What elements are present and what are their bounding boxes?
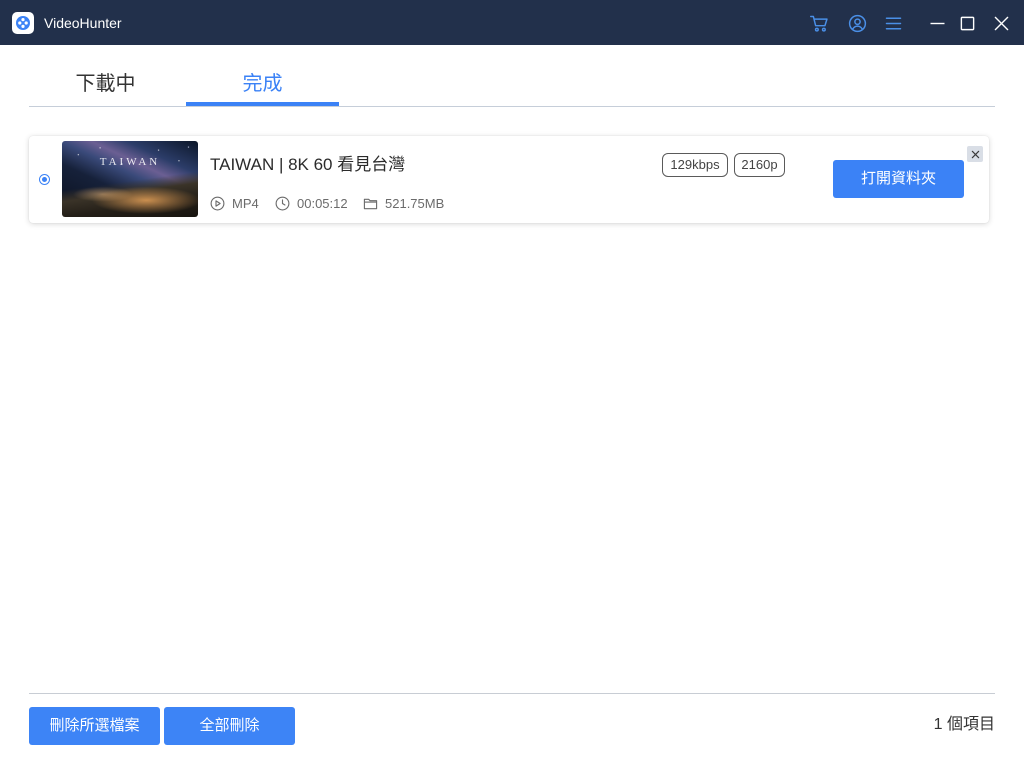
item-count-label: 1 個項目	[933, 716, 995, 733]
bitrate-badge: 129kbps	[662, 153, 728, 177]
app-logo-icon	[12, 12, 34, 34]
item-select-radio[interactable]	[39, 174, 50, 185]
format-info: MP4	[210, 194, 259, 212]
close-button[interactable]	[986, 8, 1016, 38]
open-folder-button[interactable]: 打開資料夾	[833, 160, 964, 198]
tab-downloading[interactable]: 下載中	[29, 66, 182, 102]
file-size-info: 521.75MB	[363, 194, 444, 212]
title-bar: VideoHunter	[0, 0, 1024, 45]
account-button[interactable]	[842, 8, 872, 38]
app-title: VideoHunter	[44, 15, 122, 31]
menu-icon	[885, 17, 901, 29]
duration-info: 00:05:12	[275, 194, 348, 212]
thumbnail-title: TAIWAN	[99, 156, 161, 168]
tab-completed[interactable]: 完成	[186, 66, 339, 102]
menu-button[interactable]	[878, 8, 908, 38]
file-size-label: 521.75MB	[385, 195, 445, 211]
list-item: TAIWAN TAIWAN | 8K 60 看見台灣 MP4 00:05:12 …	[29, 136, 989, 223]
maximize-button[interactable]	[952, 8, 982, 38]
app-window: VideoHunter 下載中 完成 TAIWAN TAIWAN | 8K 60…	[0, 0, 1024, 759]
video-thumbnail: TAIWAN	[62, 141, 198, 217]
maximize-icon	[960, 16, 974, 30]
radio-selected-dot	[42, 177, 47, 182]
user-icon	[848, 14, 866, 32]
tab-divider	[29, 106, 995, 107]
footer-divider	[29, 693, 995, 694]
minimize-button[interactable]	[922, 8, 952, 38]
clock-icon	[275, 196, 290, 210]
play-circle-icon	[210, 196, 225, 210]
video-title: TAIWAN | 8K 60 看見台灣	[210, 155, 406, 174]
folder-icon	[363, 198, 378, 209]
format-label: MP4	[232, 195, 259, 211]
cart-button[interactable]	[804, 8, 834, 38]
remove-item-button[interactable]	[967, 146, 983, 162]
delete-all-button[interactable]: 全部刪除	[164, 707, 295, 745]
close-icon	[994, 16, 1008, 30]
duration-label: 00:05:12	[297, 195, 348, 211]
resolution-badge: 2160p	[734, 153, 785, 177]
close-icon	[971, 150, 979, 158]
minimize-icon	[930, 22, 944, 24]
delete-selected-button[interactable]: 刪除所選檔案	[29, 707, 160, 745]
cart-icon	[809, 15, 828, 32]
